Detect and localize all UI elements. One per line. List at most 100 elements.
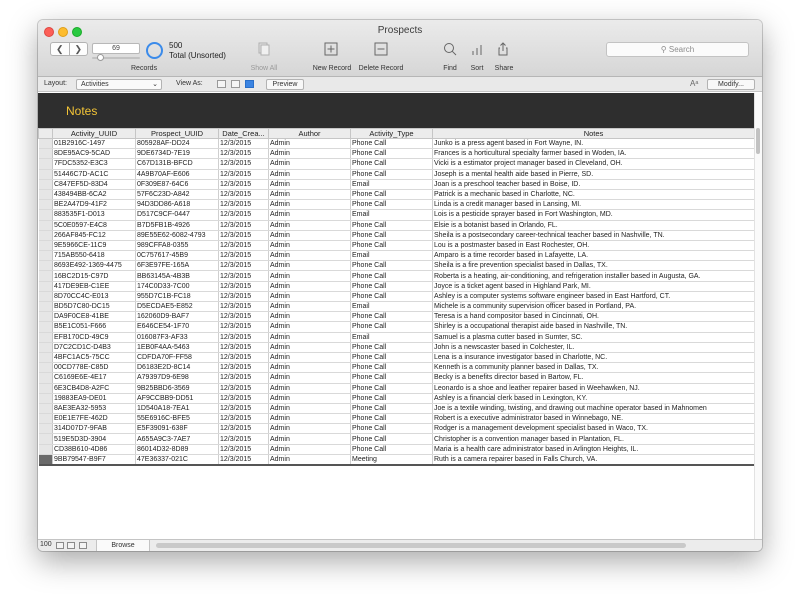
prospect-uuid-cell[interactable]: E5F39091-638F [135, 423, 219, 435]
activity-uuid-cell[interactable]: B5E1C051-F666 [52, 321, 136, 333]
date-created-cell[interactable]: 12/3/2015 [218, 189, 269, 201]
activity-type-cell[interactable]: Phone Call [350, 383, 433, 394]
date-created-cell[interactable]: 12/3/2015 [218, 138, 269, 150]
horizontal-scrollbar[interactable] [156, 543, 686, 548]
row-handle[interactable] [38, 281, 53, 292]
activity-uuid-cell[interactable]: BE2A47D9-41F2 [52, 199, 136, 211]
text-format-icon[interactable]: Aᵃ [690, 79, 698, 88]
prospect-uuid-cell[interactable]: 1EB0F4AA-5463 [135, 342, 219, 353]
activity-uuid-cell[interactable]: 8AE3EA32-5953 [52, 403, 136, 415]
author-cell[interactable]: Admin [268, 260, 351, 272]
table-row[interactable]: 6E3CB4D8-A2FC 9B25BBD6-3569 12/3/2015 Admin… [38, 383, 755, 394]
date-created-cell[interactable]: 12/3/2015 [218, 372, 269, 384]
preview-button[interactable]: Preview [266, 79, 304, 90]
chevron-right-icon[interactable]: ❯ [68, 43, 88, 55]
activity-uuid-cell[interactable]: D7C2CD1C-D4B3 [52, 342, 136, 353]
row-handle[interactable] [38, 189, 53, 201]
row-handle[interactable] [38, 383, 53, 394]
author-cell[interactable]: Admin [268, 454, 351, 466]
date-created-cell[interactable]: 12/3/2015 [218, 433, 269, 445]
table-row[interactable]: 438494BB-6CA2 57F6C23D-A842 12/3/2015 Admin… [38, 189, 755, 201]
activity-type-cell[interactable]: Phone Call [350, 199, 433, 211]
author-cell[interactable]: Admin [268, 220, 351, 231]
row-handle[interactable] [38, 240, 53, 252]
activity-uuid-cell[interactable]: 266AF845-FC12 [52, 230, 136, 241]
date-created-cell[interactable]: 12/3/2015 [218, 169, 269, 180]
table-row[interactable]: 266AF845-FC12 89E55E62-6082-4793 12/3/2015… [38, 230, 755, 241]
current-record-field[interactable]: 69 [92, 43, 140, 54]
date-created-cell[interactable]: 12/3/2015 [218, 250, 269, 262]
date-created-cell[interactable]: 12/3/2015 [218, 342, 269, 353]
table-row[interactable]: 9E5966CE-11C9 989CFFA8-0355 12/3/2015 Admin… [38, 240, 755, 252]
table-row[interactable]: E0E1E7FE-462D 55E6916C-BFE5 12/3/2015 Admin… [38, 413, 755, 425]
toggle-toolbar-icon[interactable] [79, 542, 87, 549]
table-row[interactable]: C847EF5D-83D4 0F309E87-64C6 12/3/2015 Admin… [38, 179, 755, 190]
layout-select[interactable]: Activities ⌄ [76, 79, 162, 90]
activity-type-cell[interactable]: Phone Call [350, 138, 433, 150]
activity-type-cell[interactable]: Phone Call [350, 260, 433, 272]
share-icon[interactable] [496, 42, 510, 56]
activity-uuid-cell[interactable]: 9E5966CE-11C9 [52, 240, 136, 252]
column-header-activity-uuid[interactable]: Activity_UUID [52, 128, 136, 139]
row-handle[interactable] [38, 220, 53, 231]
row-handle[interactable] [38, 291, 53, 303]
activity-type-cell[interactable]: Email [350, 250, 433, 262]
prospect-uuid-cell[interactable]: 6F3E97FE-165A [135, 260, 219, 272]
activity-type-cell[interactable]: Phone Call [350, 291, 433, 303]
notes-cell[interactable]: Joyce is a ticket agent based in Highlan… [432, 281, 755, 292]
date-created-cell[interactable]: 12/3/2015 [218, 260, 269, 272]
row-handle[interactable] [38, 454, 53, 466]
table-row[interactable]: 00CD778E-C85D D6183E2D-8C14 12/3/2015 Admin… [38, 362, 755, 374]
activity-uuid-cell[interactable]: 6E3CB4D8-A2FC [52, 383, 136, 394]
row-handle[interactable] [38, 403, 53, 415]
prospect-uuid-cell[interactable]: D517C9CF-0447 [135, 209, 219, 221]
prospect-uuid-cell[interactable]: 805928AF-DD24 [135, 138, 219, 150]
row-handle[interactable] [38, 423, 53, 435]
activity-uuid-cell[interactable]: 8693E492-1369-4475 [52, 260, 136, 272]
table-row[interactable]: 51446C7D-AC1C 4A9B70AF-E606 12/3/2015 Admin… [38, 169, 755, 180]
prospect-uuid-cell[interactable]: 4A9B70AF-E606 [135, 169, 219, 180]
prospect-uuid-cell[interactable]: 1D540A18-7EA1 [135, 403, 219, 415]
table-row[interactable]: 16BC2D15-C97D BB63145A-4B3B 12/3/2015 Admin… [38, 270, 755, 282]
activity-uuid-cell[interactable]: 314D07D7-9FAB [52, 423, 136, 435]
prospect-uuid-cell[interactable]: E646CE54-1F70 [135, 321, 219, 333]
activity-type-cell[interactable]: Phone Call [350, 423, 433, 435]
prospect-uuid-cell[interactable]: 174C0D33-7C00 [135, 281, 219, 292]
notes-cell[interactable]: Amparo is a time recorder based in Lafay… [432, 250, 755, 262]
date-created-cell[interactable]: 12/3/2015 [218, 393, 269, 404]
prospect-uuid-cell[interactable]: A79397D9-6E98 [135, 372, 219, 384]
table-row[interactable]: 314D07D7-9FAB E5F39091-638F 12/3/2015 Admin… [38, 423, 755, 435]
notes-cell[interactable]: Robert is a executive administrator base… [432, 413, 755, 425]
table-row[interactable]: 7FDC5352-E3C3 C67D131B-BFCD 12/3/2015 Admin… [38, 158, 755, 170]
row-handle[interactable] [38, 444, 53, 455]
author-cell[interactable]: Admin [268, 372, 351, 384]
activity-type-cell[interactable]: Phone Call [350, 148, 433, 160]
table-row[interactable]: C6169E6E-4E17 A79397D9-6E98 12/3/2015 Admin… [38, 372, 755, 384]
date-created-cell[interactable]: 12/3/2015 [218, 311, 269, 323]
prospect-uuid-cell[interactable]: D5ECDAE5-E852 [135, 301, 219, 313]
notes-cell[interactable]: Becky is a benefits director based in Ba… [432, 372, 755, 384]
activity-uuid-cell[interactable]: 7FDC5352-E3C3 [52, 158, 136, 170]
author-cell[interactable]: Admin [268, 291, 351, 303]
prospect-uuid-cell[interactable]: 955D7C1B-FC18 [135, 291, 219, 303]
author-cell[interactable]: Admin [268, 199, 351, 211]
table-row[interactable]: 8693E492-1369-4475 6F3E97FE-165A 12/3/2015… [38, 260, 755, 272]
author-cell[interactable]: Admin [268, 281, 351, 292]
notes-cell[interactable]: Patrick is a mechanic based in Charlotte… [432, 189, 755, 201]
prospect-uuid-cell[interactable]: 0C757617-45B9 [135, 250, 219, 262]
notes-cell[interactable]: Shirley is a occupational therapist aide… [432, 321, 755, 333]
table-row[interactable]: 883535F1-D013 D517C9CF-0447 12/3/2015 Admin… [38, 209, 755, 221]
prospect-uuid-cell[interactable]: 9B25BBD6-3569 [135, 383, 219, 394]
table-row[interactable]: 417DE9EB-C1EE 174C0D33-7C00 12/3/2015 Admin… [38, 281, 755, 292]
prospect-uuid-cell[interactable]: 86014D32-8D89 [135, 444, 219, 455]
date-created-cell[interactable]: 12/3/2015 [218, 148, 269, 160]
author-cell[interactable]: Admin [268, 148, 351, 160]
author-cell[interactable]: Admin [268, 270, 351, 282]
prospect-uuid-cell[interactable]: 94D3DD86-A618 [135, 199, 219, 211]
activity-type-cell[interactable]: Phone Call [350, 220, 433, 231]
table-row[interactable]: 8D70CC4C-E013 955D7C1B-FC18 12/3/2015 Admin… [38, 291, 755, 303]
notes-cell[interactable]: Leonardo is a shoe and leather repairer … [432, 383, 755, 394]
table-row[interactable]: 4BFC1AC5-75CC CDFDA70F-FF58 12/3/2015 Admin… [38, 352, 755, 364]
form-view-icon[interactable] [217, 80, 226, 88]
activity-uuid-cell[interactable]: 4BFC1AC5-75CC [52, 352, 136, 364]
